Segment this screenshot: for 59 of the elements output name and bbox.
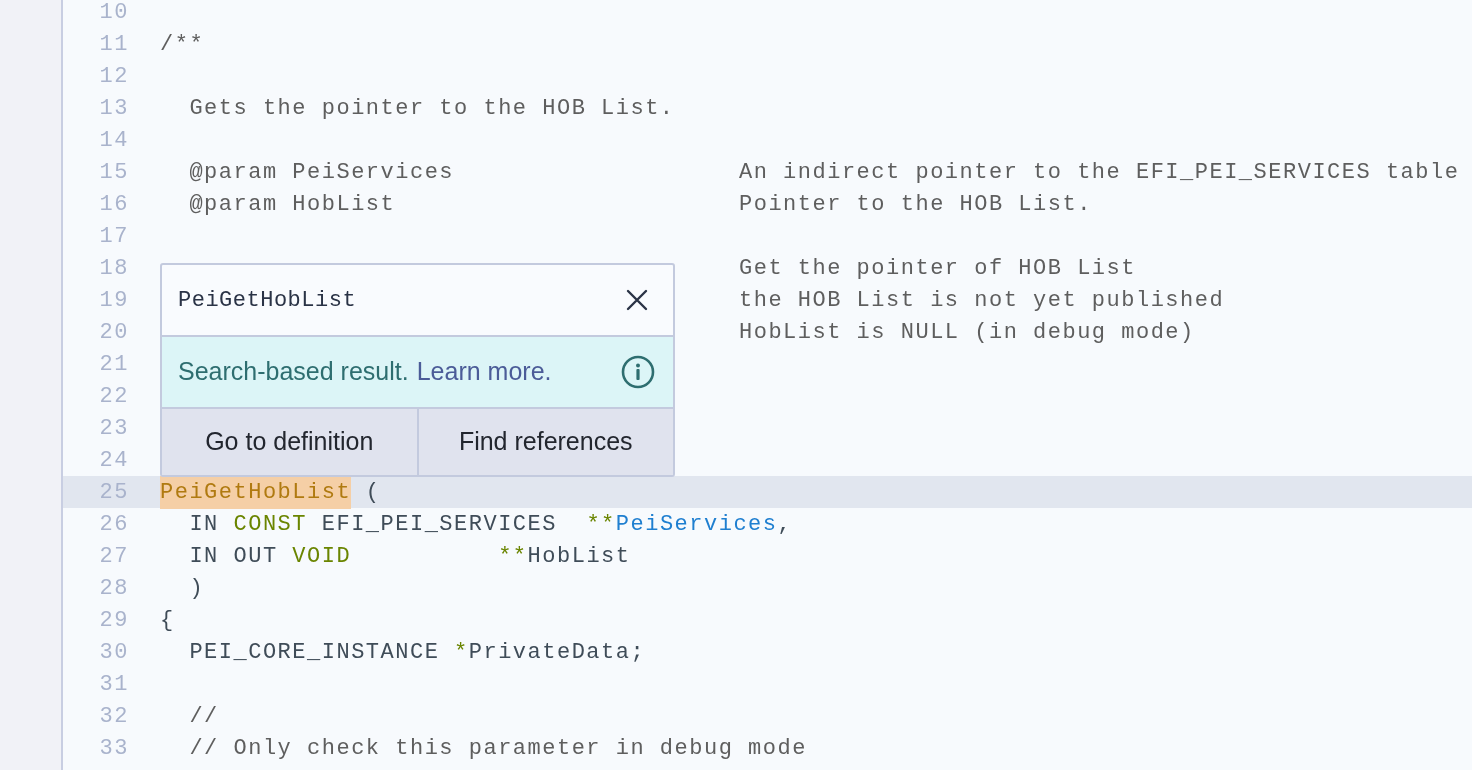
comment-text: Pointer to the HOB List.	[739, 190, 1092, 219]
line-number: 33	[98, 734, 129, 763]
line-number: 28	[98, 574, 129, 603]
code-token: **	[498, 542, 528, 571]
code-token: @param HobList	[188, 190, 396, 219]
code-token: EFI_PEI_SERVICES	[320, 510, 558, 539]
comment-text: Get the pointer of HOB List	[739, 254, 1136, 283]
line-number: 24	[98, 446, 129, 475]
code-token: // Only check this parameter in debug mode	[188, 734, 807, 763]
code-token: Gets the pointer to the HOB List.	[188, 94, 675, 123]
code-token: PeiServices	[615, 510, 778, 539]
line-number: 17	[98, 222, 129, 251]
code-token: )	[188, 574, 205, 603]
highlighted-symbol: PeiGetHobList	[160, 475, 352, 509]
code-token: IN OUT	[188, 542, 279, 571]
code-token: //	[188, 702, 219, 731]
line-number: 22	[98, 382, 129, 411]
line-number: 23	[98, 414, 129, 443]
line-number: 19	[98, 286, 129, 315]
code-token: *	[454, 638, 469, 667]
line-number: 30	[98, 638, 129, 667]
comment-text: the HOB List is not yet published	[739, 286, 1225, 315]
line-number: 29	[98, 606, 129, 635]
code-token: **	[586, 510, 616, 539]
line-number: 10	[98, 0, 129, 27]
code-token: PrivateData;	[468, 638, 646, 667]
code-token: ,	[777, 510, 793, 539]
line-number: 12	[98, 62, 129, 91]
code-token: IN	[188, 510, 220, 539]
line-number: 16	[98, 190, 129, 219]
line-number: 31	[98, 670, 129, 699]
line-number: 26	[98, 510, 129, 539]
learn-more-link[interactable]: Learn more.	[416, 353, 552, 391]
code-token: HobList	[527, 542, 631, 571]
info-icon	[621, 355, 655, 389]
code-token: @param PeiServices	[188, 158, 455, 187]
line-number: 18	[98, 254, 129, 283]
code-token: PEI_CORE_INSTANCE	[188, 638, 441, 667]
code-token: CONST	[233, 510, 308, 539]
line-number: 13	[98, 94, 129, 123]
code-token: VOID	[292, 542, 353, 571]
line-number: 32	[98, 702, 129, 731]
line-number: 20	[98, 318, 129, 347]
popup-title: PeiGetHobList	[178, 286, 357, 315]
line-number: 14	[98, 126, 129, 155]
line-number: 21	[98, 350, 129, 379]
code-token: /**	[160, 30, 205, 59]
go-to-definition-button[interactable]: Go to definition	[162, 409, 417, 475]
find-references-button[interactable]: Find references	[416, 409, 673, 475]
code-token: (	[364, 478, 381, 507]
close-icon	[625, 288, 649, 312]
comment-text: An indirect pointer to the EFI_PEI_SERVICES table	[739, 158, 1460, 187]
notice-text: Search-based result.	[178, 356, 409, 388]
line-number: 27	[98, 542, 129, 571]
line-number: 25	[98, 478, 129, 507]
comment-text: HobList is NULL (in debug mode)	[739, 318, 1195, 347]
line-number: 15	[98, 158, 129, 187]
line-number: 11	[98, 30, 129, 59]
code-token: {	[160, 606, 175, 635]
